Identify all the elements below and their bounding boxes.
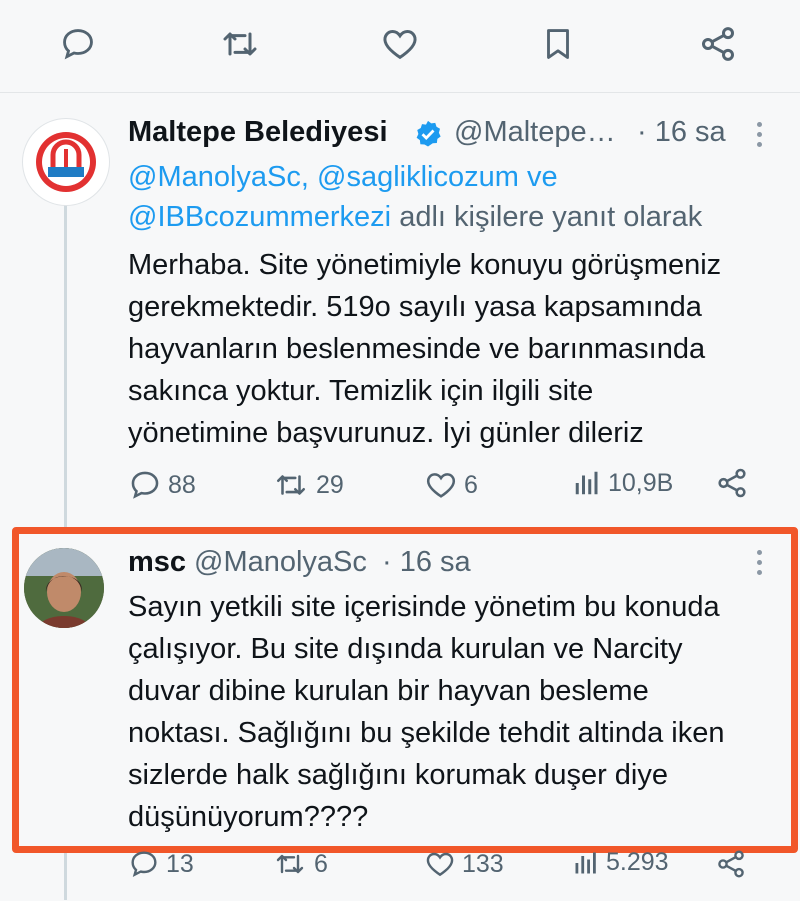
reply-count: 88: [168, 470, 196, 499]
user-avatar[interactable]: [24, 548, 104, 628]
text-line: düşünüyorum????: [128, 801, 369, 833]
tweet1-views-stat[interactable]: 10,9B: [572, 468, 673, 498]
top-action-bar: [0, 0, 800, 93]
tweet2-timestamp[interactable]: · 16 sa: [382, 546, 471, 579]
reply-to-mentions-link[interactable]: @ManolyaSc, @sagliklicozum ve: [128, 156, 558, 198]
tweet1-display-name[interactable]: Maltepe Belediyesi: [128, 116, 388, 149]
tweet2-text: Sayın yetkili site içerisinde yönetim bu…: [128, 586, 725, 838]
share-icon[interactable]: [696, 22, 740, 66]
text-line: duvar dibine kurulan bir hayvan besleme: [128, 675, 649, 707]
share-icon[interactable]: [715, 848, 747, 880]
tweet2-like-stat[interactable]: 133: [424, 848, 504, 880]
like-icon: [424, 848, 456, 880]
tweet2-retweet-stat[interactable]: 6: [272, 848, 328, 880]
text-line: sizlerde halk sağlığını korumak duşer di…: [128, 759, 668, 791]
text-line: Merhaba. Site yönetimiyle konuyu görüşme…: [128, 249, 722, 281]
views-icon: [572, 468, 602, 498]
verified-icon: [413, 119, 443, 149]
text-line: noktası. Sağlığını bu şekilde tehdit alt…: [128, 717, 725, 749]
like-icon: [424, 468, 458, 502]
retweet-count: 6: [314, 849, 328, 878]
reply-icon: [128, 468, 162, 502]
tweet1-like-stat[interactable]: 6: [424, 468, 478, 502]
reply-to-line: @IBBcozummerkezi adlı kişilere yanıt ola…: [128, 196, 702, 238]
tweet1-text: Merhaba. Site yönetimiyle konuyu görüşme…: [128, 244, 721, 454]
text-line: yönetimine başvurunuz. İyi günler dileri…: [128, 417, 644, 449]
text-line: çalışıyor. Bu site dışında kurulan ve Na…: [128, 633, 683, 665]
tweet1-handle[interactable]: @Maltepe…: [454, 116, 616, 149]
tweet2-reply-stat[interactable]: 13: [128, 848, 194, 880]
reply-count: 13: [166, 849, 194, 878]
tweet2-handle[interactable]: @ManolyaSc: [194, 546, 367, 579]
bookmark-icon[interactable]: [536, 22, 580, 66]
more-icon[interactable]: [757, 122, 763, 152]
text-line: hayvanların beslenmesinde ve barınmasınd…: [128, 333, 706, 365]
retweet-icon: [272, 848, 308, 880]
tweet2-display-name[interactable]: msc: [128, 546, 186, 579]
reply-suffix: adlı kişilere yanıt olarak: [399, 201, 703, 233]
retweet-icon: [272, 468, 310, 502]
text-line: gerekmektedir. 519o sayılı yasa kapsamın…: [128, 291, 702, 323]
tweet2-views-stat[interactable]: 5.293: [572, 848, 669, 877]
mention-link[interactable]: @IBBcozummerkezi: [128, 201, 391, 233]
more-icon[interactable]: [757, 550, 763, 580]
reply-icon: [128, 848, 160, 880]
text-line: Sayın yetkili site içerisinde yönetim bu…: [128, 591, 720, 623]
text-line: sakınca yoktur. Temizlik için ilgili sit…: [128, 375, 594, 407]
retweet-count: 29: [316, 470, 344, 499]
views-count: 10,9B: [608, 468, 674, 497]
share-icon[interactable]: [715, 466, 749, 500]
tweet1-retweet-stat[interactable]: 29: [272, 468, 344, 502]
like-icon[interactable]: [378, 22, 422, 66]
retweet-icon[interactable]: [218, 22, 262, 66]
views-count: 5.293: [606, 848, 669, 876]
tweet1-timestamp[interactable]: · 16 sa: [637, 116, 726, 149]
views-icon: [572, 849, 600, 877]
like-count: 6: [464, 470, 478, 499]
like-count: 133: [462, 849, 504, 878]
maltepe-logo-avatar[interactable]: [22, 118, 110, 206]
tweet1-reply-stat[interactable]: 88: [128, 468, 196, 502]
reply-icon[interactable]: [56, 22, 100, 66]
